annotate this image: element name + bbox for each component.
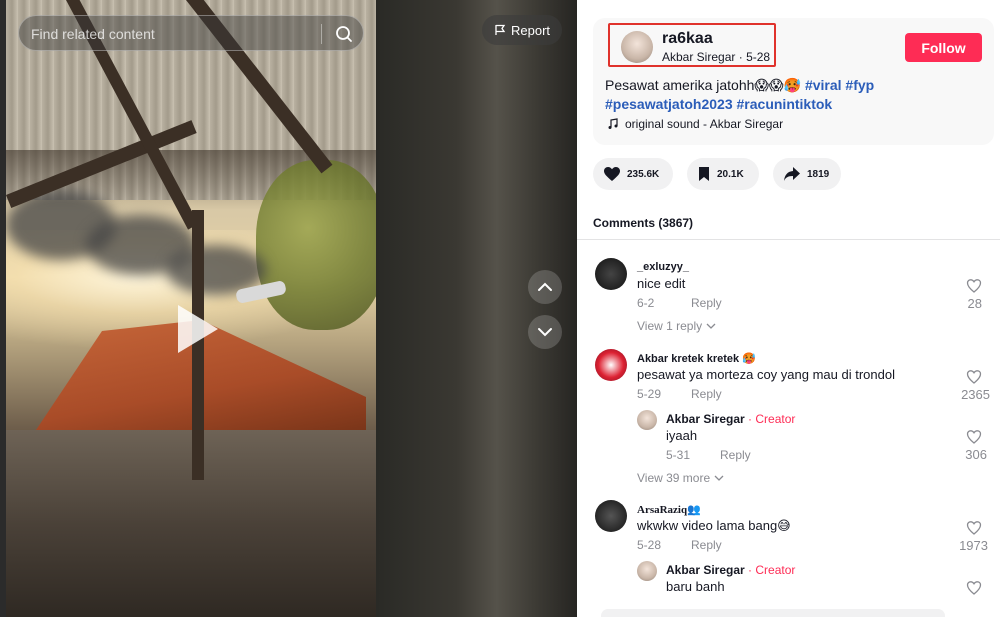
- play-icon[interactable]: [178, 305, 218, 353]
- heart-icon[interactable]: [966, 429, 982, 445]
- flag-icon: [495, 24, 506, 35]
- video-pane: Report: [0, 0, 577, 617]
- heart-icon[interactable]: [966, 580, 982, 596]
- reply-username[interactable]: Akbar Siregar · Creator: [666, 412, 795, 426]
- heart-icon[interactable]: [966, 369, 982, 385]
- search-button[interactable]: [329, 20, 359, 48]
- author-separator: ·: [738, 50, 747, 64]
- music-label: original sound - Akbar Siregar: [625, 117, 784, 131]
- hashtag-link[interactable]: #fyp: [845, 77, 874, 93]
- comment-like-count: 28: [967, 296, 982, 311]
- share-button[interactable]: 1819: [773, 158, 841, 190]
- avatar[interactable]: [595, 349, 627, 381]
- chevron-down-icon: [538, 328, 552, 337]
- reply-author-name: Akbar Siregar: [666, 412, 745, 426]
- video-caption: Pesawat amerika jatohh😱😱🥵 #viral #fyp #p…: [605, 76, 985, 114]
- reply-like-count: 306: [965, 447, 987, 462]
- avatar[interactable]: [621, 31, 653, 63]
- reply-button[interactable]: Reply: [691, 538, 722, 552]
- author-display-name: Akbar Siregar: [662, 50, 736, 64]
- comment-date: 5-29: [637, 387, 662, 401]
- view-replies-button[interactable]: View 39 more: [637, 471, 724, 485]
- avatar[interactable]: [595, 500, 627, 532]
- comment-like-count: 2365: [961, 387, 990, 402]
- next-video-button[interactable]: [528, 315, 562, 349]
- hashtag-link[interactable]: #viral: [805, 77, 842, 93]
- reply-button[interactable]: Reply: [691, 387, 722, 401]
- search-input[interactable]: [31, 25, 321, 43]
- share-icon: [784, 167, 800, 181]
- heart-icon: [604, 167, 620, 181]
- reply-date: 5-31: [666, 448, 691, 462]
- heart-icon[interactable]: [966, 278, 982, 294]
- reply-button[interactable]: Reply: [691, 296, 722, 310]
- share-count: 1819: [807, 168, 830, 180]
- search-bar: [18, 15, 364, 51]
- view-replies-button[interactable]: View 1 reply: [637, 319, 716, 333]
- hashtag-link[interactable]: #pesawatjatoh2023: [605, 96, 733, 112]
- comment-username[interactable]: ArsaRaziq👥: [637, 503, 701, 516]
- comment-text: pesawat ya morteza coy yang mau di trond…: [637, 367, 895, 382]
- report-button[interactable]: Report: [482, 15, 562, 45]
- comment-text: nice edit: [637, 276, 686, 291]
- comment-like-count: 1973: [959, 538, 988, 553]
- chevron-down-icon: [714, 475, 723, 481]
- author-subline: Akbar Siregar · 5-28: [662, 50, 770, 64]
- author-username[interactable]: ra6kaa: [662, 30, 713, 48]
- author-date: 5-28: [746, 50, 771, 64]
- creator-badge: · Creator: [744, 563, 796, 577]
- caption-text: Pesawat amerika jatohh😱😱🥵: [605, 77, 805, 93]
- avatar[interactable]: [637, 410, 657, 430]
- comment-date: 5-28: [637, 538, 662, 552]
- comment-text: wkwkw video lama bang😅: [637, 518, 791, 533]
- like-count: 235.6K: [627, 168, 660, 180]
- like-button[interactable]: 235.6K: [593, 158, 673, 190]
- details-pane: ra6kaa Akbar Siregar · 5-28 Follow Pesaw…: [577, 0, 1000, 617]
- search-icon: [336, 26, 352, 42]
- author-info[interactable]: ra6kaa Akbar Siregar · 5-28: [608, 23, 776, 67]
- video-info-card: ra6kaa Akbar Siregar · 5-28 Follow Pesaw…: [593, 18, 994, 145]
- heart-icon[interactable]: [966, 520, 982, 536]
- music-link[interactable]: original sound - Akbar Siregar: [607, 117, 783, 131]
- previous-video-button[interactable]: [528, 270, 562, 304]
- avatar[interactable]: [637, 561, 657, 581]
- comment-input[interactable]: [601, 609, 945, 617]
- reply-text: baru banh: [666, 579, 725, 594]
- comment-username[interactable]: Akbar kretek kretek 🥵: [637, 352, 756, 365]
- report-label: Report: [510, 22, 551, 38]
- reply-author-name: Akbar Siregar: [666, 563, 745, 577]
- comment-date: 6-2: [637, 296, 655, 310]
- scene-wall: [6, 430, 376, 617]
- reply-username[interactable]: Akbar Siregar · Creator: [666, 563, 795, 577]
- save-button[interactable]: 20.1K: [687, 158, 759, 190]
- video-player[interactable]: [6, 0, 376, 617]
- scene-tree: [256, 160, 376, 330]
- comments-divider: [577, 239, 1000, 240]
- search-divider: [321, 24, 322, 44]
- creator-badge: · Creator: [744, 412, 796, 426]
- video-blur-right: [376, 0, 577, 617]
- bookmark-icon: [699, 167, 709, 181]
- reply-button[interactable]: Reply: [720, 448, 751, 462]
- chevron-down-icon: [706, 323, 715, 329]
- comments-header: Comments (3867): [593, 216, 694, 230]
- comment-username[interactable]: _exluzyy_: [637, 261, 689, 273]
- save-count: 20.1K: [717, 168, 744, 180]
- music-note-icon: [608, 118, 618, 129]
- hashtag-link[interactable]: #racunintiktok: [737, 96, 833, 112]
- follow-button[interactable]: Follow: [905, 33, 982, 62]
- view-replies-label: View 1 reply: [637, 319, 703, 333]
- reply-text: iyaah: [666, 428, 698, 443]
- chevron-up-icon: [538, 282, 552, 291]
- avatar[interactable]: [595, 258, 627, 290]
- view-replies-label: View 39 more: [637, 471, 711, 485]
